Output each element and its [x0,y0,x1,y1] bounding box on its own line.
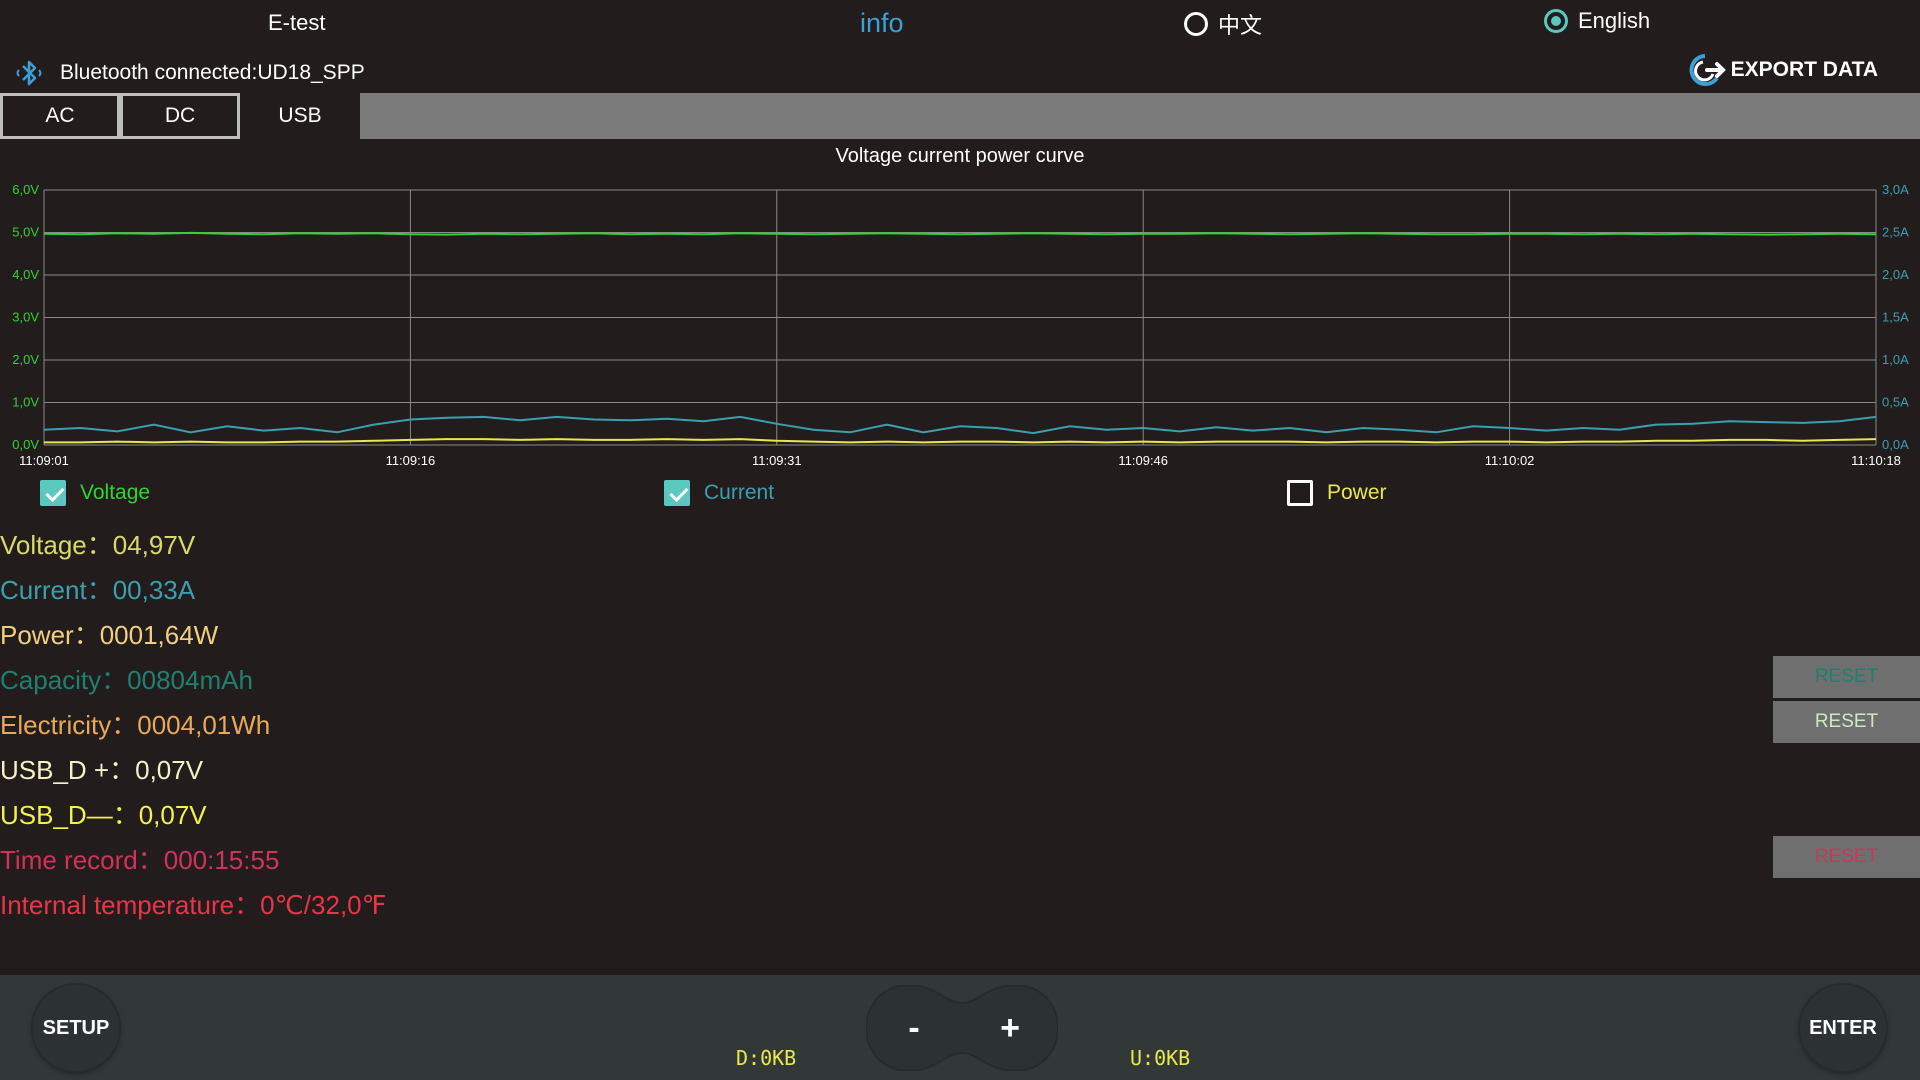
y-left-tick-label: 3,0V [12,310,39,325]
legend-current-label: Current [704,481,775,504]
chart-title: Voltage current power curve [835,145,1085,167]
x-tick-label: 11:09:46 [1118,453,1168,468]
y-right-tick-label: 0,0A [1882,437,1909,452]
y-left-tick-label: 0,0V [12,437,39,452]
checkbox-checked-icon [40,480,66,506]
y-right-tick-label: 1,0A [1882,352,1909,367]
electricity-label: Electricity： [0,710,138,740]
upload-counter: U:0KB [1130,1046,1191,1070]
radio-lang-zh[interactable]: 中文 [1184,8,1262,40]
usb-dminus-label: USB_D—： [0,800,139,830]
export-data-button[interactable]: EXPORT DATA [1683,50,1878,90]
reset-electricity-button[interactable]: RESET [1773,701,1920,743]
minus-button[interactable]: - [866,985,962,1071]
x-tick-label: 11:10:02 [1485,453,1535,468]
voltage-label: Voltage： [0,530,113,560]
series-line-power [44,438,1877,444]
power-value: 0001,64W [99,620,219,650]
bluetooth-icon [16,60,42,86]
tab-ac[interactable]: AC [0,93,120,139]
y-right-tick-label: 3,0A [1882,182,1909,197]
y-left-tick-label: 4,0V [12,267,39,282]
y-left-tick-label: 6,0V [12,182,39,197]
reset-time-button[interactable]: RESET [1773,836,1920,878]
enter-button[interactable]: ENTER [1800,985,1886,1071]
power-readout: Power：0001,64W [0,615,218,652]
electricity-value: 0004,01Wh [137,710,271,740]
y-right-tick-label: 1,5A [1882,310,1909,325]
y-right-tick-label: 2,0A [1882,267,1909,282]
legend-voltage[interactable]: Voltage [40,480,150,506]
plus-button[interactable]: + [962,985,1058,1071]
setup-button[interactable]: SETUP [33,985,119,1071]
y-right-tick-label: 0,5A [1882,395,1909,410]
export-icon [1689,54,1726,86]
capacity-label: Capacity： [0,665,128,695]
radio-lang-en-label: English [1578,8,1651,33]
temperature-value: 0℃/32,0℉ [260,890,387,920]
series-line-current [43,415,1877,435]
current-readout: Current：00,33A [0,570,195,607]
usb-dplus-value: 0,07V [135,755,204,785]
capacity-value: 00804mAh [127,665,253,695]
usb-dplus-readout: USB_D +：0,07V [0,750,203,787]
series-line-voltage [43,231,1877,236]
time-record-readout: Time record：000:15:55 [0,840,279,877]
legend-power-label: Power [1327,481,1387,504]
voltage-current-power-chart: 0,0V 0,0A 1,0V 0,5A 2,0V 1,0A 3,0V 1,5A 4,0V 2,0A… [12,182,1909,468]
time-record-label: Time record： [0,845,164,875]
download-counter: D:0KB [736,1046,797,1070]
x-tick-label: 11:09:31 [752,453,802,468]
checkbox-unchecked-icon [1287,480,1313,506]
bluetooth-status-text: Bluetooth connected:UD18_SPP [60,61,365,84]
x-tick-label: 11:09:16 [386,453,436,468]
info-link[interactable]: info [860,8,904,39]
current-label: Current： [0,575,113,605]
y-right-tick-label: 2,5A [1882,225,1909,240]
radio-lang-en[interactable]: English [1544,8,1650,34]
tab-bar: AC DC USB [0,93,1920,139]
time-record-value: 000:15:55 [163,845,280,875]
reset-capacity-button[interactable]: RESET [1773,656,1920,698]
radio-checked-icon [1544,9,1568,33]
power-label: Power： [0,620,100,650]
electricity-readout: Electricity：0004,01Wh [0,705,270,742]
legend-power[interactable]: Power [1287,480,1387,506]
temperature-label: Internal temperature： [0,890,261,920]
voltage-value: 04,97V [112,530,196,560]
y-left-tick-label: 5,0V [12,225,39,240]
bluetooth-status: Bluetooth connected:UD18_SPP [16,58,365,88]
tab-usb[interactable]: USB [240,93,360,139]
temperature-readout: Internal temperature：0℃/32,0℉ [0,885,386,922]
checkbox-checked-icon [664,480,690,506]
radio-lang-zh-label: 中文 [1218,13,1263,38]
y-left-tick-label: 1,0V [12,395,39,410]
legend-voltage-label: Voltage [80,481,151,504]
x-tick-label: 11:09:01 [19,453,69,468]
usb-dminus-readout: USB_D—：0,07V [0,795,207,832]
y-left-tick-label: 2,0V [12,352,39,367]
usb-dplus-label: USB_D +： [0,755,136,785]
export-data-label: EXPORT DATA [1730,58,1878,81]
usb-dminus-value: 0,07V [138,800,207,830]
capacity-readout: Capacity：00804mAh [0,660,253,697]
x-tick-label: 11:10:18 [1851,453,1901,468]
tab-dc[interactable]: DC [120,93,240,139]
app-title: E-test [268,10,326,35]
radio-unchecked-icon [1184,12,1208,36]
current-value: 00,33A [112,575,196,605]
voltage-readout: Voltage：04,97V [0,525,195,562]
legend-current[interactable]: Current [664,480,774,506]
